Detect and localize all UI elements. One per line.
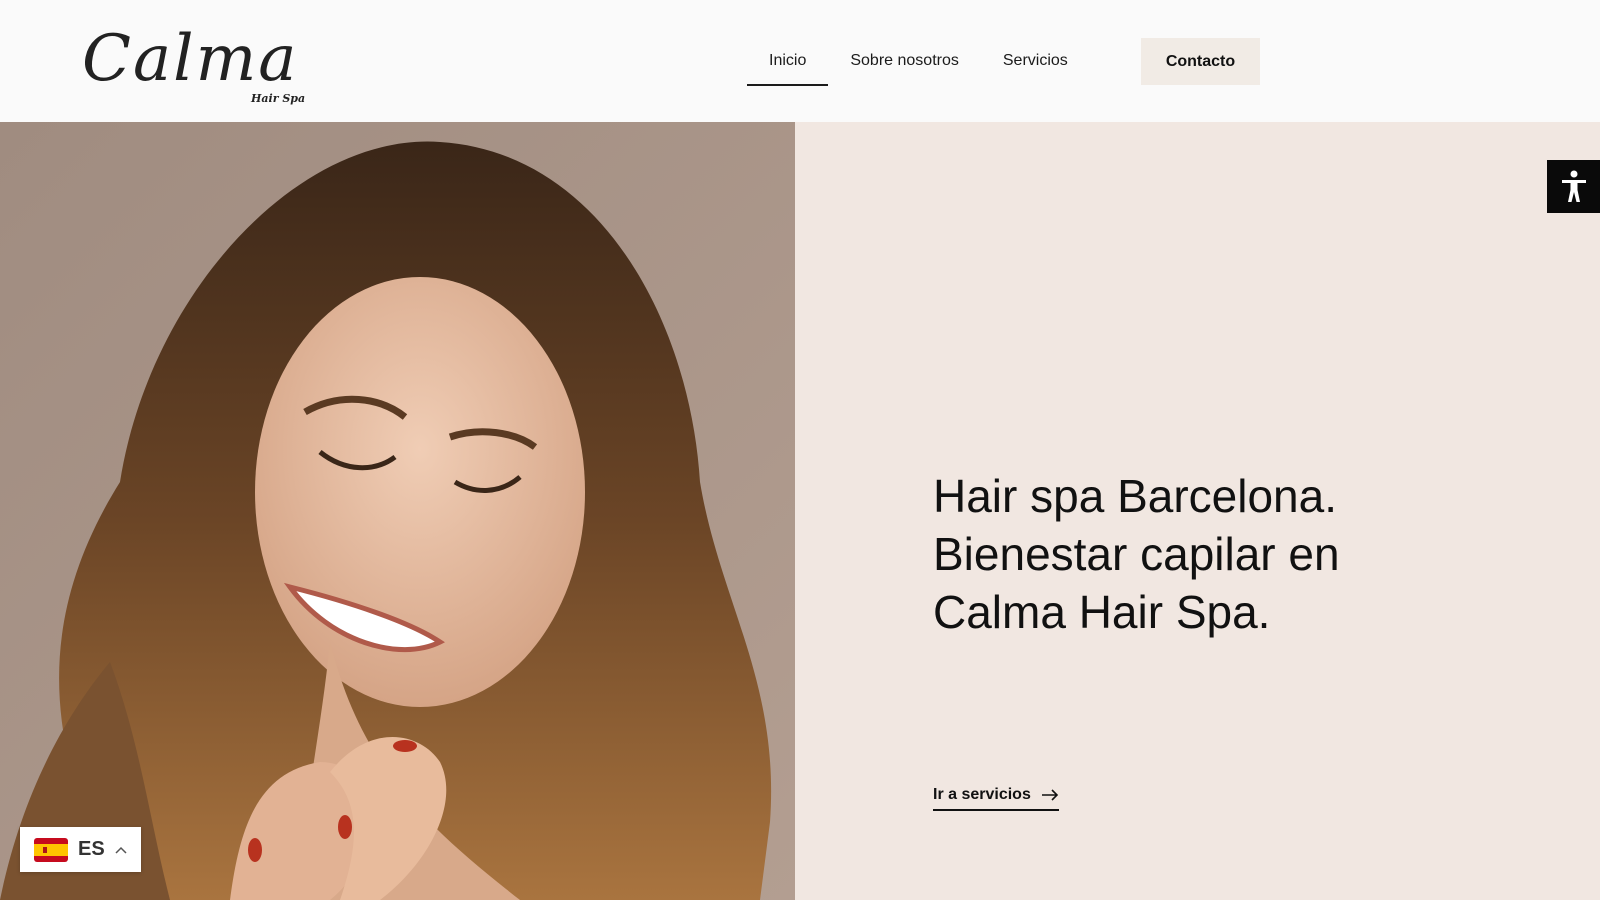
nav-item-inicio[interactable]: Inicio (747, 37, 829, 86)
contact-button[interactable]: Contacto (1141, 38, 1260, 85)
language-code: ES (78, 838, 105, 860)
accessibility-icon (1561, 170, 1586, 202)
woman-portrait-image (0, 122, 795, 900)
spain-flag-icon (34, 837, 68, 862)
arrow-right-icon (1041, 789, 1058, 801)
services-link-label: Ir a servicios (933, 786, 1031, 803)
svg-text:Hair Spa: Hair Spa (250, 92, 305, 105)
accessibility-button[interactable] (1547, 160, 1600, 213)
hero-title-line-1: Hair spa Barcelona. (933, 470, 1337, 522)
brand-logo[interactable]: Calma Hair Spa (78, 10, 308, 110)
hero-title-line-2: Bienestar capilar en (933, 528, 1340, 580)
hero-title: Hair spa Barcelona. Bienestar capilar en… (933, 467, 1493, 641)
site-header: Calma Hair Spa Inicio Sobre nosotros Ser… (0, 0, 1600, 122)
hero-title-line-3: Calma Hair Spa. (933, 586, 1271, 638)
main-nav: Inicio Sobre nosotros Servicios (747, 37, 1090, 86)
chevron-up-icon (115, 846, 127, 854)
services-link[interactable]: Ir a servicios (933, 786, 1059, 811)
calma-logo-mark: Calma Hair Spa (82, 22, 305, 105)
hero-photo (0, 122, 795, 900)
nav-item-servicios[interactable]: Servicios (981, 37, 1090, 85)
language-switcher[interactable]: ES (20, 827, 141, 872)
svg-text:Calma: Calma (82, 22, 298, 96)
nav-item-sobre-nosotros[interactable]: Sobre nosotros (828, 37, 981, 85)
hero-panel: Hair spa Barcelona. Bienestar capilar en… (795, 122, 1600, 900)
